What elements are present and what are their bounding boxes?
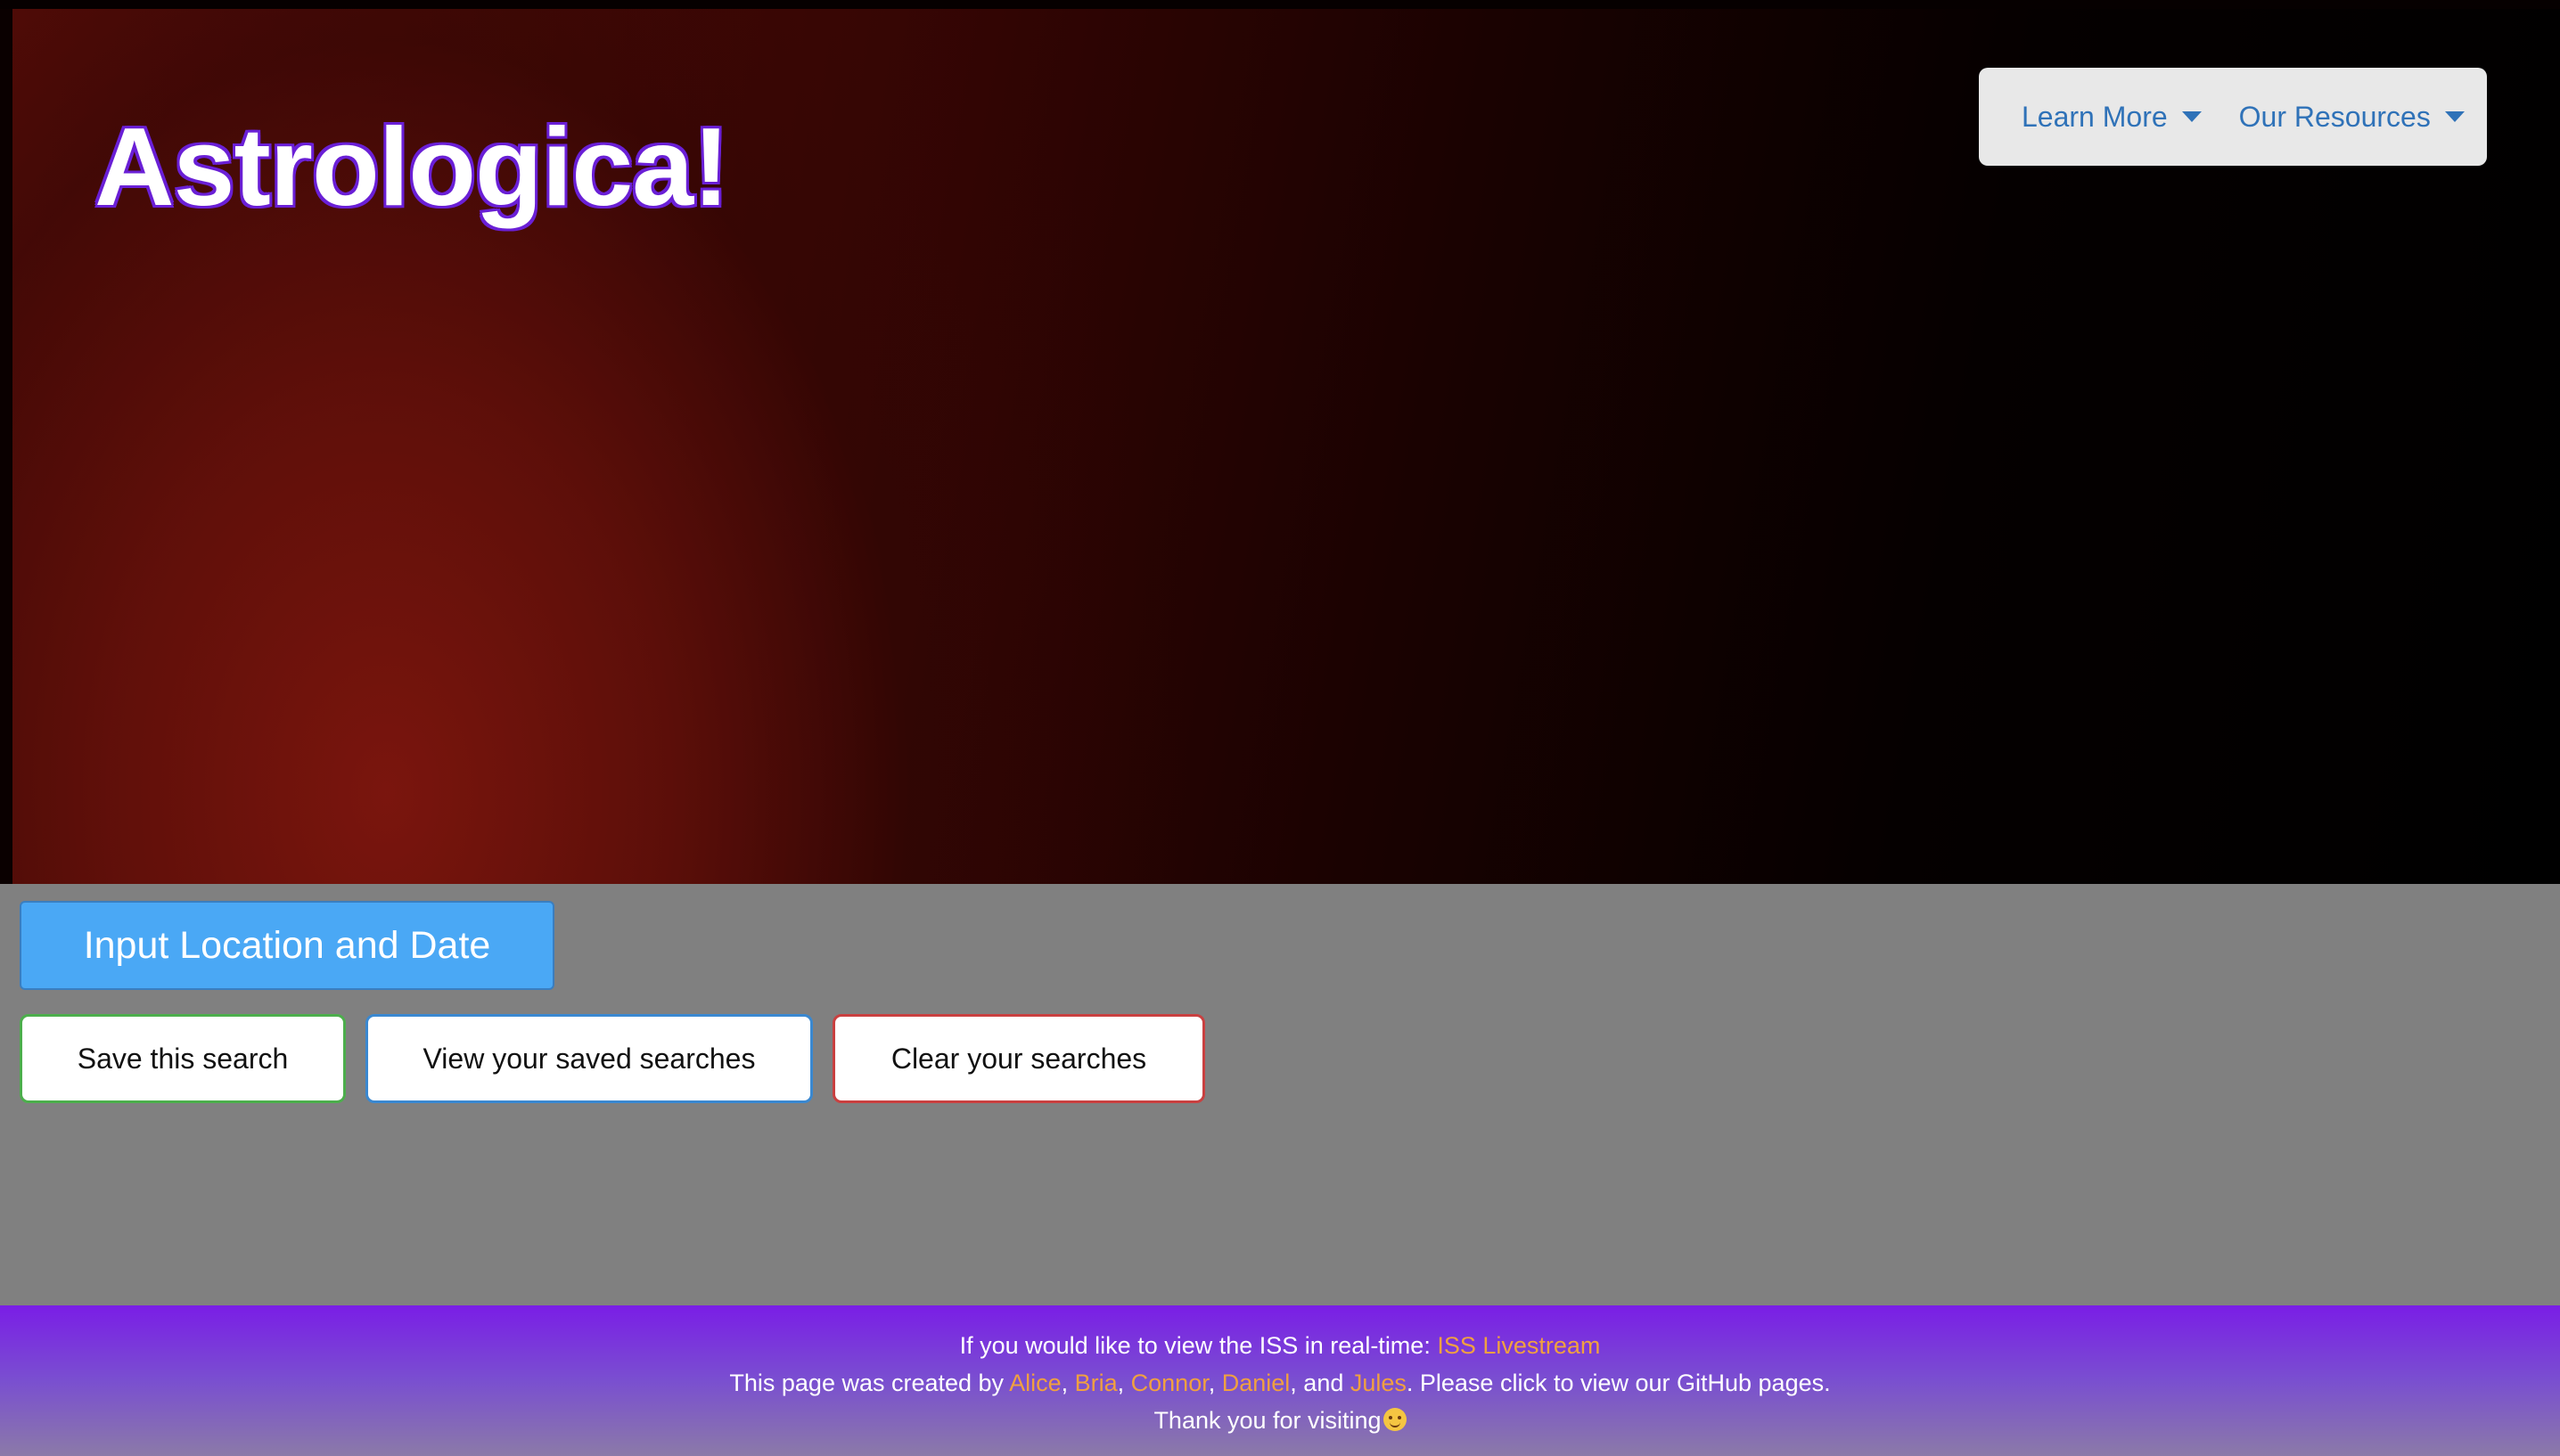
footer-iss-text: If you would like to view the ISS in rea… xyxy=(959,1332,1438,1359)
smiling-face-icon xyxy=(1383,1408,1407,1431)
creator-link-daniel[interactable]: Daniel xyxy=(1222,1370,1291,1396)
footer-sep: , xyxy=(1061,1370,1075,1396)
creator-link-bria[interactable]: Bria xyxy=(1075,1370,1118,1396)
creator-link-alice[interactable]: Alice xyxy=(1009,1370,1062,1396)
nav-learn-more-dropdown[interactable]: Learn More xyxy=(2022,101,2202,134)
footer-and: , and xyxy=(1290,1370,1350,1396)
caret-down-icon xyxy=(2444,111,2465,122)
footer-line-iss: If you would like to view the ISS in rea… xyxy=(0,1327,2560,1364)
nav-learn-more-label: Learn More xyxy=(2022,100,2168,133)
nav-our-resources-label: Our Resources xyxy=(2238,100,2431,133)
site-title: Astrologica! xyxy=(94,106,729,229)
creator-link-jules[interactable]: Jules xyxy=(1350,1370,1407,1396)
footer-thanks-text: Thank you for visiting xyxy=(1153,1407,1382,1434)
hero-banner: Astrologica! Learn More Our Resources xyxy=(0,9,2560,884)
footer-creators-prefix: This page was created by xyxy=(729,1370,1010,1396)
creator-link-connor[interactable]: Connor xyxy=(1131,1370,1209,1396)
save-search-button[interactable]: Save this search xyxy=(20,1014,346,1103)
iss-livestream-link[interactable]: ISS Livestream xyxy=(1437,1332,1600,1359)
footer-sep: , xyxy=(1208,1370,1222,1396)
view-saved-searches-button[interactable]: View your saved searches xyxy=(365,1014,813,1103)
footer-sep: , xyxy=(1117,1370,1131,1396)
top-border xyxy=(0,0,2560,9)
nav-bar: Learn More Our Resources xyxy=(1979,68,2487,166)
footer-line-creators: This page was created by Alice, Bria, Co… xyxy=(0,1364,2560,1402)
footer-creators-suffix: . Please click to view our GitHub pages. xyxy=(1406,1370,1831,1396)
nav-our-resources-dropdown[interactable]: Our Resources xyxy=(2239,101,2465,134)
footer-line-thanks: Thank you for visiting xyxy=(0,1402,2560,1439)
input-location-and-date-button[interactable]: Input Location and Date xyxy=(20,901,554,990)
caret-down-icon xyxy=(2181,111,2202,122)
footer: If you would like to view the ISS in rea… xyxy=(0,1305,2560,1456)
clear-searches-button[interactable]: Clear your searches xyxy=(833,1014,1205,1103)
